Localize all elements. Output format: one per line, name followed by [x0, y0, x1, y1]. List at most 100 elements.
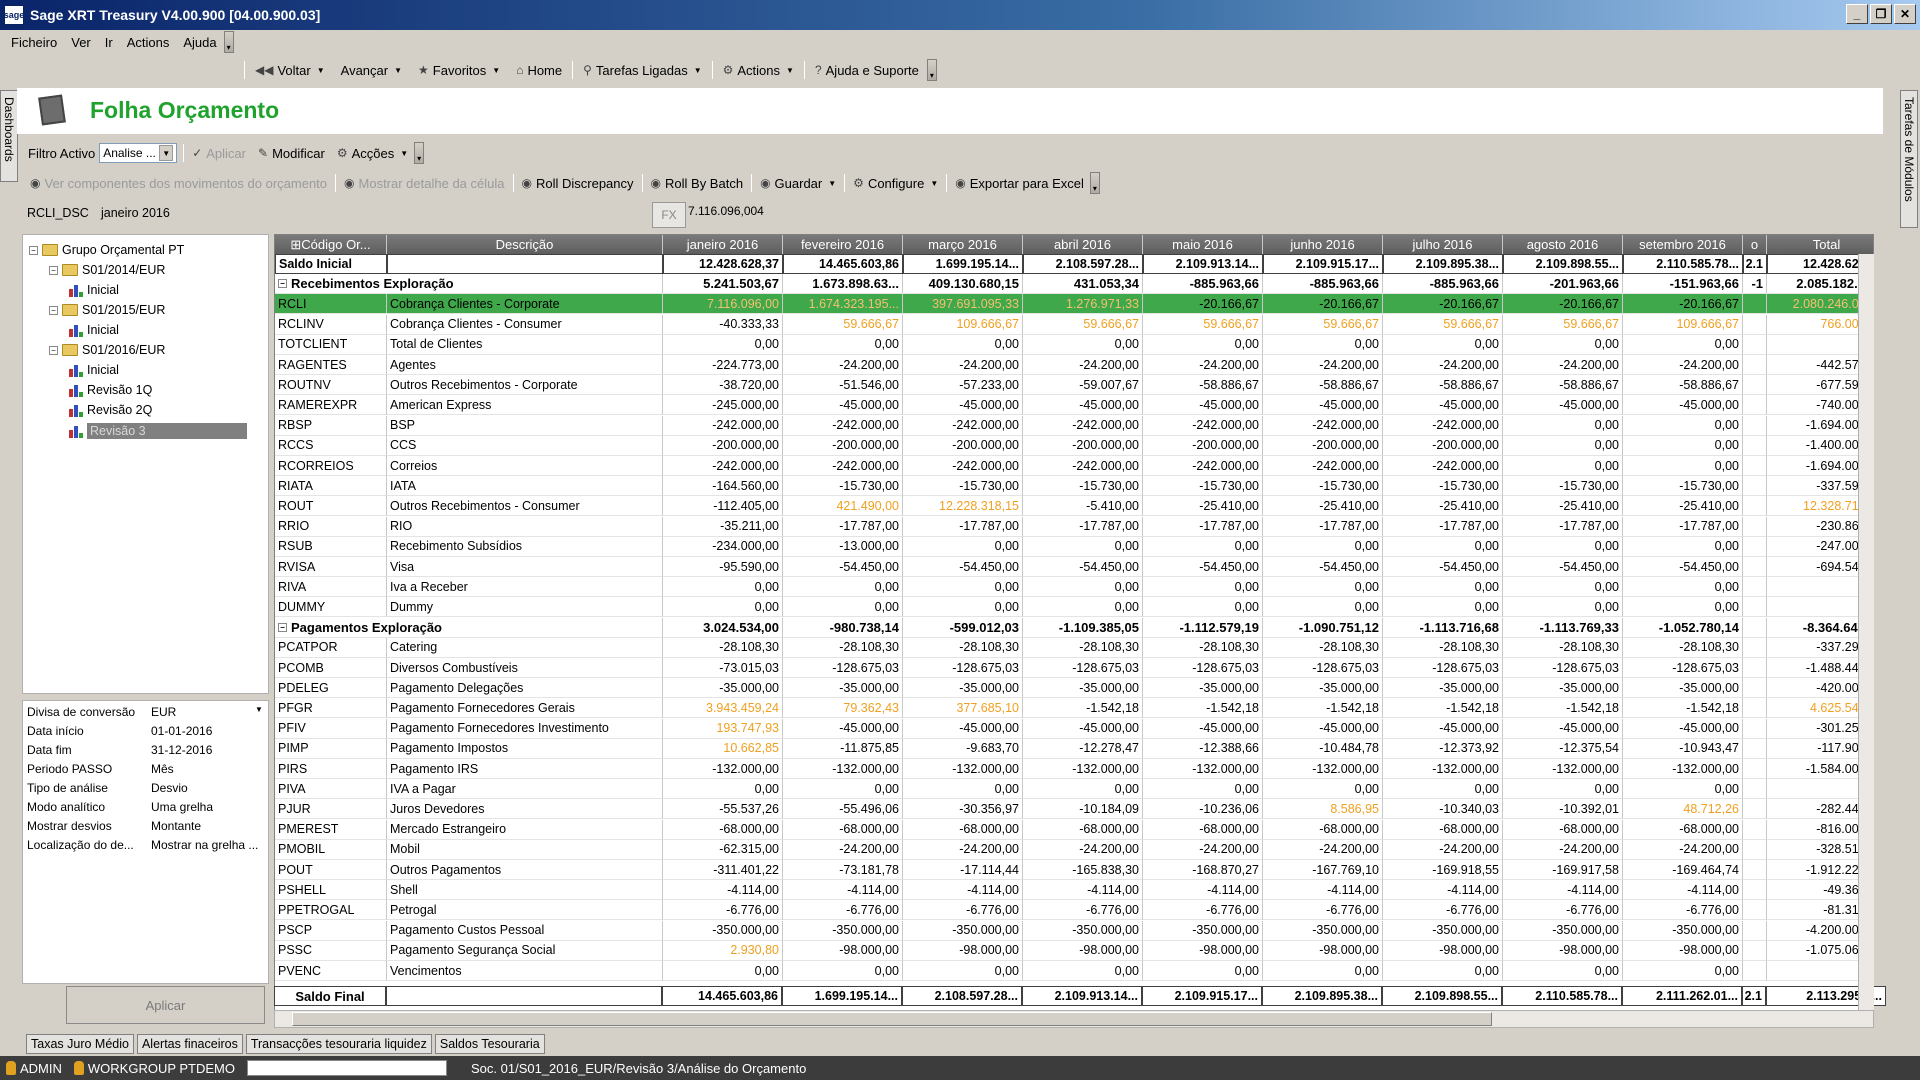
- description-cell[interactable]: Mercado Estrangeiro: [387, 819, 663, 840]
- value-cell[interactable]: -350.000,00: [1023, 920, 1143, 941]
- value-cell[interactable]: [1743, 698, 1767, 719]
- value-cell[interactable]: -58.886,67: [1143, 375, 1263, 396]
- value-cell[interactable]: -15.730,00: [783, 476, 903, 497]
- value-cell[interactable]: 59.666,67: [1263, 314, 1383, 335]
- value-cell[interactable]: -10.184,09: [1023, 799, 1143, 820]
- value-cell[interactable]: -20.166,67: [1263, 294, 1383, 315]
- value-cell[interactable]: -54.450,00: [1383, 557, 1503, 577]
- value-cell[interactable]: -128.675,03: [903, 658, 1023, 678]
- code-cell[interactable]: RSUB: [275, 536, 387, 557]
- command-overflow-grip[interactable]: ▾: [1089, 172, 1100, 194]
- value-cell[interactable]: -4.114,00: [1383, 880, 1503, 901]
- value-cell[interactable]: -242.000,00: [1143, 415, 1263, 436]
- value-cell[interactable]: 0,00: [783, 577, 903, 598]
- roll-discrepancy-button[interactable]: ◉ Roll Discrepancy: [516, 176, 640, 191]
- value-cell[interactable]: 59.666,67: [1503, 314, 1623, 335]
- value-cell[interactable]: -1.542,18: [1623, 698, 1743, 719]
- value-cell[interactable]: [1743, 577, 1767, 598]
- value-cell[interactable]: 0,00: [903, 577, 1023, 598]
- description-cell[interactable]: American Express: [387, 395, 663, 416]
- value-cell[interactable]: 377.685,10: [903, 698, 1023, 719]
- restore-button[interactable]: ❐: [1870, 4, 1892, 24]
- description-cell[interactable]: Cobrança Clientes - Corporate: [387, 294, 663, 315]
- value-cell[interactable]: -54.450,00: [903, 557, 1023, 577]
- value-cell[interactable]: [1743, 557, 1767, 577]
- tree-node[interactable]: − S01/2015/EUR: [49, 303, 165, 317]
- value-cell[interactable]: -132.000,00: [1263, 759, 1383, 779]
- table-row[interactable]: PDELEG Pagamento Delegações -35.000,00 -35.…: [275, 678, 1873, 699]
- table-row[interactable]: PCOMB Diversos Combustíveis -73.015,03 -128…: [275, 658, 1873, 678]
- value-cell[interactable]: -1.542,18: [1143, 698, 1263, 719]
- table-row[interactable]: RAMEREXPR American Express -245.000,00 -45.…: [275, 395, 1873, 416]
- menu-ajuda[interactable]: Ajuda: [176, 35, 223, 50]
- value-cell[interactable]: -28.108,30: [1383, 637, 1503, 658]
- value-cell[interactable]: -55.537,26: [663, 799, 783, 820]
- value-cell[interactable]: -4.114,00: [1263, 880, 1383, 901]
- value-cell[interactable]: 0,00: [1023, 334, 1143, 355]
- value-cell[interactable]: [1743, 678, 1767, 699]
- value-cell[interactable]: -17.787,00: [1023, 516, 1143, 537]
- value-cell[interactable]: 2.109.913.14...: [1143, 254, 1263, 274]
- value-cell[interactable]: -17.787,00: [1623, 516, 1743, 537]
- value-cell[interactable]: 0,00: [1383, 597, 1503, 618]
- value-cell[interactable]: -95.590,00: [663, 557, 783, 577]
- value-cell[interactable]: -242.000,00: [1263, 456, 1383, 476]
- filter-modify-button[interactable]: ✎ Modificar: [252, 146, 331, 161]
- value-cell[interactable]: 1.674.323.195...: [783, 294, 903, 315]
- code-cell[interactable]: PDELEG: [275, 678, 387, 699]
- table-row[interactable]: PSSC Pagamento Segurança Social 2.930,80 -9…: [275, 940, 1873, 961]
- value-cell[interactable]: -350.000,00: [663, 920, 783, 941]
- value-cell[interactable]: 397.691.095,33: [903, 294, 1023, 315]
- tab-transaccoes[interactable]: Transacções tesouraria liquidez: [245, 1034, 432, 1054]
- value-cell[interactable]: -54.450,00: [1143, 557, 1263, 577]
- value-cell[interactable]: -35.000,00: [1023, 678, 1143, 699]
- code-cell[interactable]: PFGR: [275, 698, 387, 719]
- value-cell[interactable]: -68.000,00: [1263, 819, 1383, 840]
- value-cell[interactable]: -15.730,00: [903, 476, 1023, 497]
- value-cell[interactable]: -169.918,55: [1383, 860, 1503, 880]
- value-cell[interactable]: 0,00: [1143, 577, 1263, 598]
- property-row[interactable]: Periodo PASSO Mês: [27, 762, 174, 776]
- description-cell[interactable]: Correios: [387, 456, 663, 476]
- column-header[interactable]: maio 2016: [1143, 235, 1263, 254]
- value-cell[interactable]: -68.000,00: [663, 819, 783, 840]
- value-cell[interactable]: [1743, 597, 1767, 618]
- value-cell[interactable]: -58.886,67: [1503, 375, 1623, 396]
- value-cell[interactable]: 0,00: [1503, 779, 1623, 800]
- value-cell[interactable]: -58.886,67: [1623, 375, 1743, 396]
- value-cell[interactable]: -15.730,00: [1143, 476, 1263, 497]
- value-cell[interactable]: 12.228.318,15: [903, 496, 1023, 517]
- value-cell[interactable]: 0,00: [1263, 961, 1383, 981]
- value-cell[interactable]: 10.662,85: [663, 738, 783, 759]
- property-row[interactable]: Divisa de conversão EUR ▼: [27, 705, 263, 719]
- value-cell[interactable]: 0,00: [1143, 536, 1263, 557]
- value-cell[interactable]: 0,00: [1383, 334, 1503, 355]
- description-cell[interactable]: BSP: [387, 415, 663, 436]
- value-cell[interactable]: -132.000,00: [1143, 759, 1263, 779]
- value-cell[interactable]: -6.776,00: [783, 900, 903, 921]
- value-cell[interactable]: -68.000,00: [783, 819, 903, 840]
- value-cell[interactable]: -28.108,30: [1023, 637, 1143, 658]
- value-cell[interactable]: -4.114,00: [663, 880, 783, 901]
- value-cell[interactable]: 0,00: [1503, 415, 1623, 436]
- code-cell[interactable]: PPETROGAL: [275, 900, 387, 921]
- collapse-icon[interactable]: −: [49, 305, 58, 315]
- value-cell[interactable]: 0,00: [1503, 597, 1623, 618]
- value-cell[interactable]: -242.000,00: [1023, 456, 1143, 476]
- description-cell[interactable]: Pagamento Custos Pessoal: [387, 920, 663, 941]
- value-cell[interactable]: -200.000,00: [663, 435, 783, 456]
- home-button[interactable]: ⌂ Home: [508, 63, 570, 78]
- value-cell[interactable]: 0,00: [1623, 456, 1743, 476]
- description-cell[interactable]: Iva a Receber: [387, 577, 663, 598]
- description-cell[interactable]: Juros Devedores: [387, 799, 663, 820]
- value-cell[interactable]: -17.787,00: [1503, 516, 1623, 537]
- code-cell[interactable]: PSHELL: [275, 880, 387, 901]
- value-cell[interactable]: [1743, 839, 1767, 860]
- value-cell[interactable]: -57.233,00: [903, 375, 1023, 396]
- code-cell[interactable]: RCLI: [275, 294, 387, 315]
- value-cell[interactable]: -24.200,00: [783, 839, 903, 860]
- collapse-icon[interactable]: −: [278, 279, 287, 289]
- tree-node[interactable]: Revisão 2Q: [69, 403, 152, 417]
- value-cell[interactable]: 409.130.680,15: [903, 274, 1023, 295]
- value-cell[interactable]: -12.375,54: [1503, 738, 1623, 759]
